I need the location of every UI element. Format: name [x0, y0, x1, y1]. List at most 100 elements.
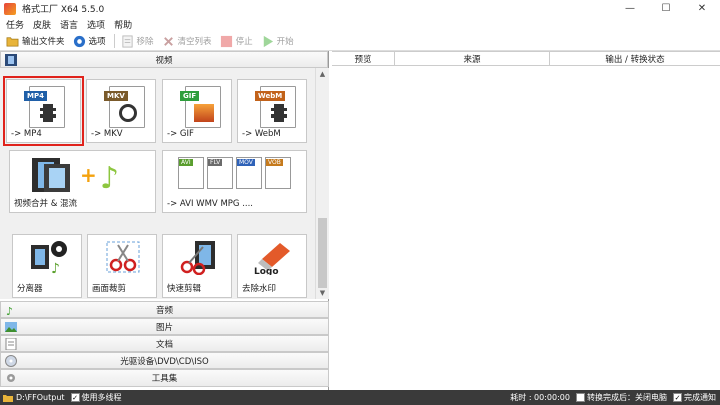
image-category[interactable]: 图片	[0, 318, 329, 335]
folder-icon	[3, 394, 13, 402]
clear-list-icon	[163, 36, 173, 46]
vertical-scrollbar[interactable]: ▲ ▼	[315, 68, 328, 299]
title-bar: 格式工厂 X64 5.5.0 — ☐ ✕	[0, 0, 720, 17]
menu-skin[interactable]: 皮肤	[33, 18, 51, 31]
options-button[interactable]: 选项	[73, 33, 106, 49]
splitter-tile[interactable]: ♪ 分离器	[12, 234, 82, 298]
shutdown-checkbox[interactable]	[576, 393, 585, 402]
start-label: 开始	[276, 37, 294, 47]
remove-button[interactable]: 移除	[121, 33, 154, 49]
remove-watermark-tile[interactable]: Logo 去除水印	[237, 234, 307, 298]
menu-bar: 任务 皮肤 语言 选项 帮助	[0, 17, 720, 32]
column-preview[interactable]: 预览	[332, 52, 395, 65]
film-strip-icon	[271, 104, 287, 122]
options-icon	[73, 35, 85, 47]
mkv-badge: MKV	[104, 91, 128, 101]
menu-help[interactable]: 帮助	[114, 18, 132, 31]
column-output-status[interactable]: 输出 / 转换状态	[550, 52, 720, 65]
play-icon	[263, 35, 273, 47]
status-bar: D:\FFOutput ✓ 使用多线程 耗时 : 00:00:00 转换完成后：…	[0, 390, 720, 405]
merge-mux-tile[interactable]: + ♪ 视频合并 & 混流	[9, 150, 156, 213]
column-source[interactable]: 来源	[395, 52, 550, 65]
audio-category[interactable]: ♪ 音频	[0, 301, 329, 318]
image-icon	[194, 104, 214, 122]
video-category-label: 视频	[155, 55, 173, 66]
tile-label: 去除水印	[242, 284, 277, 294]
svg-text:♪: ♪	[100, 161, 119, 194]
remove-label: 移除	[136, 37, 154, 47]
webm-badge: WebM	[255, 91, 286, 101]
convert-multi-tile[interactable]: AVI FLV MOV VOB -> AVI WMV MPG ....	[162, 150, 307, 213]
stop-button[interactable]: 停止	[220, 33, 253, 49]
scroll-up-icon[interactable]: ▲	[316, 68, 329, 80]
film-icon	[5, 54, 17, 66]
convert-mkv-tile[interactable]: MKV -> MKV	[86, 79, 156, 143]
logo-text: Logo	[254, 267, 279, 275]
scroll-thumb[interactable]	[318, 218, 327, 288]
menu-language[interactable]: 语言	[60, 18, 78, 31]
tile-label: -> GIF	[167, 129, 194, 139]
tile-label: -> MKV	[91, 129, 123, 139]
task-list-body[interactable]	[332, 67, 720, 390]
video-category-header[interactable]: 视频	[0, 51, 328, 68]
maximize-button[interactable]: ☐	[648, 0, 684, 17]
tile-label: 分离器	[17, 284, 43, 294]
menu-options[interactable]: 选项	[87, 18, 105, 31]
clear-list-label: 清空列表	[177, 37, 212, 47]
clear-list-button[interactable]: 清空列表	[162, 33, 212, 49]
merge-icon: + ♪	[32, 158, 119, 194]
tile-label: -> MP4	[11, 129, 42, 139]
shutdown-label: 转换完成后：关闭电脑	[587, 393, 667, 402]
category-label: 光驱设备\DVD\CD\ISO	[120, 356, 209, 367]
start-button[interactable]: 开始	[261, 33, 294, 49]
multithread-label: 使用多线程	[81, 393, 122, 402]
convert-gif-tile[interactable]: GIF -> GIF	[162, 79, 232, 143]
gif-badge: GIF	[180, 91, 200, 101]
convert-mp4-tile[interactable]: MP4 -> MP4	[3, 76, 84, 146]
multi-format-icons: AVI FLV MOV VOB	[178, 157, 293, 191]
mov-badge: MOV	[237, 159, 255, 166]
webm-file-icon: WebM	[255, 86, 296, 128]
stop-icon	[220, 35, 232, 47]
crop-tile[interactable]: 画面裁剪	[87, 234, 157, 298]
avi-badge: AVI	[179, 159, 193, 166]
notify-label: 完成通知	[684, 393, 716, 402]
gif-file-icon: GIF	[180, 86, 221, 128]
document-category[interactable]: 文档	[0, 335, 329, 352]
quick-clip-tile[interactable]: 快速剪辑	[162, 234, 232, 298]
tile-label: 画面裁剪	[92, 284, 127, 294]
mp4-badge: MP4	[24, 91, 47, 101]
mp4-file-icon: MP4	[24, 86, 65, 128]
app-logo-icon	[4, 2, 16, 15]
output-path[interactable]: D:\FFOutput	[16, 393, 65, 402]
category-label: 工具集	[151, 374, 178, 384]
toolbox-category[interactable]: 工具集	[0, 369, 329, 387]
close-button[interactable]: ✕	[684, 0, 720, 17]
vob-file-icon: VOB	[265, 157, 291, 189]
svg-text:+: +	[80, 163, 97, 187]
tile-label: 视频合并 & 混流	[14, 199, 78, 209]
minimize-button[interactable]: —	[612, 0, 648, 17]
tile-label: 快速剪辑	[167, 284, 202, 294]
remove-icon	[121, 34, 133, 48]
category-label: 文档	[155, 339, 173, 350]
picture-icon	[5, 322, 17, 332]
multithread-checkbox[interactable]: ✓	[70, 393, 80, 402]
notify-checkbox[interactable]: ✓	[673, 393, 682, 402]
output-folder-button[interactable]: 输出文件夹	[6, 33, 65, 49]
folder-icon	[6, 36, 19, 47]
task-table-header: 预览 来源 输出 / 转换状态	[332, 51, 720, 66]
flv-file-icon: FLV	[207, 157, 233, 189]
disc-category[interactable]: 光驱设备\DVD\CD\ISO	[0, 352, 329, 369]
options-label: 选项	[88, 37, 106, 47]
mkv-file-icon: MKV	[104, 86, 145, 128]
disc-icon	[5, 355, 17, 367]
convert-webm-tile[interactable]: WebM -> WebM	[237, 79, 307, 143]
stop-label: 停止	[235, 37, 253, 47]
category-label: 音频	[155, 305, 173, 316]
toolbar-divider	[113, 34, 115, 48]
menu-task[interactable]: 任务	[6, 18, 24, 31]
vob-badge: VOB	[266, 159, 283, 166]
scroll-down-icon[interactable]: ▼	[316, 287, 329, 299]
music-note-icon: ♪	[6, 305, 13, 316]
